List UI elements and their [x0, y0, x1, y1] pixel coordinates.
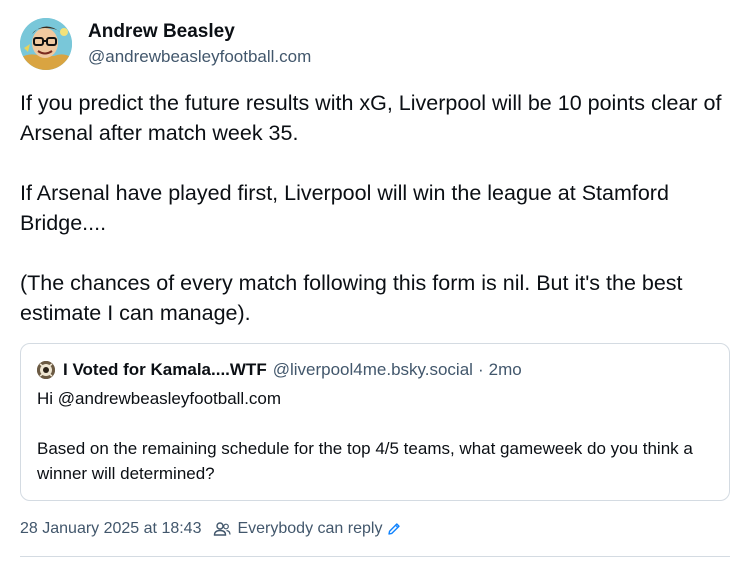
post-timestamp[interactable]: 28 January 2025 at 18:43: [20, 520, 201, 538]
post-header: Andrew Beasley @andrewbeasleyfootball.co…: [20, 18, 311, 70]
quoted-post-header: I Voted for Kamala....WTF @liverpool4me.…: [37, 358, 713, 382]
quoted-avatar: [37, 361, 55, 379]
cartoon-man-avatar-icon: [20, 18, 72, 70]
quoted-post-body: Hi @andrewbeasleyfootball.com Based on t…: [37, 386, 713, 486]
divider: [20, 556, 730, 557]
post-paragraph: If you predict the future results with x…: [20, 91, 722, 145]
quoted-time[interactable]: 2mo: [489, 360, 522, 380]
post-paragraph: If Arsenal have played first, Liverpool …: [20, 181, 669, 235]
pencil-icon[interactable]: [387, 522, 401, 536]
people-icon: [213, 521, 232, 537]
reply-setting[interactable]: Everybody can reply: [237, 520, 382, 538]
post-card: Andrew Beasley @andrewbeasleyfootball.co…: [0, 0, 750, 566]
author-handle[interactable]: @andrewbeasleyfootball.com: [88, 46, 311, 68]
author-names: Andrew Beasley @andrewbeasleyfootball.co…: [88, 20, 311, 68]
quoted-separator: ·: [477, 360, 484, 379]
post-footer: 28 January 2025 at 18:43 Everybody can r…: [20, 520, 401, 538]
quoted-paragraph: Hi @andrewbeasleyfootball.com: [37, 389, 282, 408]
quoted-display-name[interactable]: I Voted for Kamala....WTF: [63, 360, 267, 380]
quoted-post-card[interactable]: I Voted for Kamala....WTF @liverpool4me.…: [20, 343, 730, 501]
quoted-handle[interactable]: @liverpool4me.bsky.social: [273, 360, 473, 380]
quoted-avatar-icon: [37, 361, 55, 379]
author-display-name[interactable]: Andrew Beasley: [88, 20, 311, 44]
post-paragraph: (The chances of every match following th…: [20, 271, 683, 325]
post-body: If you predict the future results with x…: [20, 88, 732, 328]
quoted-paragraph: Based on the remaining schedule for the …: [37, 439, 693, 483]
avatar[interactable]: [20, 18, 72, 70]
